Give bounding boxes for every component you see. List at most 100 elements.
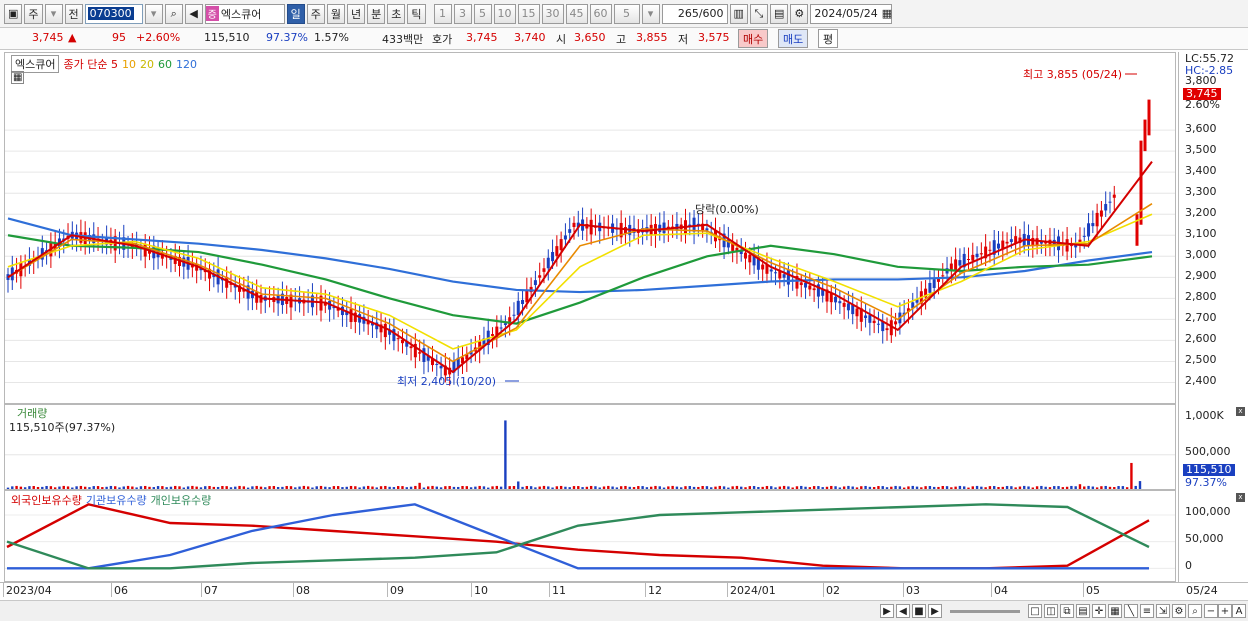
mode-dropdown-icon[interactable]: ▾ [44,3,63,24]
volume-bar [306,486,310,489]
volume-bar [144,485,147,489]
minute-30[interactable]: 30 [541,3,564,24]
period-year[interactable]: 년 [347,3,366,24]
copy-icon[interactable]: ⧉ [1060,604,1074,618]
volume-bar [109,485,113,489]
count-input[interactable]: 265/600 [661,3,728,24]
period-second[interactable]: 초 [387,3,406,24]
minute-60[interactable]: 60 [589,3,612,24]
export-icon[interactable]: ⇲ [1156,604,1170,618]
volume-bar [435,486,438,489]
minute-5[interactable]: 5 [473,3,492,24]
gear-icon[interactable]: ⚙ [790,3,809,24]
x-tick-divider [823,583,824,597]
volume-bar [504,420,507,489]
crosshair-icon[interactable]: ✛ [1092,604,1106,618]
volume-chart[interactable] [5,405,1176,490]
price-tick: 3,000 [1185,248,1217,262]
close-holding-icon[interactable]: x [1236,493,1245,502]
interval-input[interactable]: 5 [613,3,640,24]
minute-10[interactable]: 10 [493,3,516,24]
volume-bar [962,486,966,489]
window-icon[interactable]: ▣ [4,3,23,24]
grid-toggle-icon[interactable]: ▦ [1108,604,1122,618]
volume-bar [684,486,687,489]
x-tick-label: 02 [826,584,840,597]
candle-body [1005,241,1009,244]
period-month[interactable]: 월 [326,3,346,24]
rewind-icon[interactable]: ◀ [896,604,910,618]
font-size-icon[interactable]: A [1232,604,1246,618]
stock-name-field[interactable]: 증 엑스큐어 [204,3,285,24]
volume-bar [581,487,584,489]
grid-icon[interactable]: ▦ [11,71,25,84]
volume-bar [83,486,87,489]
period-day[interactable]: 일 [286,3,305,24]
volume-bar [452,486,456,489]
sell-button[interactable]: 매도 [778,29,809,48]
mode-button[interactable]: 주 [24,3,43,24]
settings-tool-icon[interactable]: ⚙ [1172,604,1186,618]
all-button[interactable]: 전 [64,3,83,24]
draw-tool-icon[interactable]: ⤡ [749,3,768,24]
zoom-out-icon[interactable]: − [1204,604,1218,618]
x-tick-label: 10 [474,584,488,597]
stock-code-input[interactable]: 070300 [84,3,143,24]
code-dropdown-icon[interactable]: ▾ [144,3,163,24]
legend-individual[interactable]: 개인보유수량 [151,492,212,508]
minute-1[interactable]: 1 [433,3,452,24]
minute-45[interactable]: 45 [565,3,588,24]
line-tool-icon[interactable]: ╲ [1124,604,1138,618]
period-tick[interactable]: 틱 [407,3,426,24]
volume-bar [11,486,14,489]
legend-foreign[interactable]: 외국인보유수량 [11,492,82,508]
legend-ma5[interactable]: 종가 단순 5 [63,56,117,72]
volume-bar [75,486,78,489]
zoom-in-icon[interactable]: + [1218,604,1232,618]
volume-ratio: 97.37% [266,31,308,44]
average-button[interactable]: 평 [818,29,839,48]
volume-panel: 거래량 115,510주(97.37%) [4,404,1176,490]
date-input[interactable]: 2024/05/24 ▦ [810,3,893,24]
volume-bar [529,486,533,489]
candle-body [769,269,773,272]
volume-bar [362,486,366,489]
legend-institution[interactable]: 기관보유수량 [86,492,147,508]
close-volume-icon[interactable]: x [1236,407,1245,416]
volume-bar [491,486,494,489]
legend-ma20[interactable]: 20 [140,58,154,71]
price-chart[interactable] [5,53,1176,404]
legend-ma120[interactable]: 120 [176,58,197,71]
buy-button[interactable]: 매수 [738,29,769,48]
price-tick: 3,500 [1185,143,1217,157]
minute-3[interactable]: 3 [453,3,472,24]
layout-icon[interactable]: ▤ [1076,604,1090,618]
legend-ma10[interactable]: 10 [122,58,136,71]
interval-dropdown-icon[interactable]: ▾ [641,3,660,24]
calendar-icon[interactable]: ▦ [882,7,892,20]
ask-price: 3,745 [466,31,498,44]
zoom-box-icon[interactable]: □ [1028,604,1042,618]
x-tick-label: 08 [296,584,310,597]
chart-type-icon[interactable]: ▥ [729,3,748,24]
period-minute[interactable]: 분 [367,3,386,24]
fib-tool-icon[interactable]: ≡ [1140,604,1154,618]
search-icon[interactable]: ⌕ [164,3,183,24]
period-week[interactable]: 주 [306,3,325,24]
stop-icon[interactable]: ■ [912,604,926,618]
minute-15[interactable]: 15 [517,3,540,24]
volume-bar [319,485,323,489]
legend-ma60[interactable]: 60 [158,58,172,71]
speaker-icon[interactable]: ◀ [184,3,203,24]
candle-body [872,320,876,324]
magnifier-icon[interactable]: ⌕ [1188,604,1202,618]
scroll-slider[interactable] [950,610,1020,613]
volume-bar [817,486,820,489]
forward-icon[interactable]: ▶ [928,604,942,618]
volume-bar [894,485,897,489]
volume-bar [937,486,940,489]
volume-bar [36,486,40,489]
save-icon[interactable]: ▤ [769,3,789,24]
split-icon[interactable]: ◫ [1044,604,1058,618]
play-icon[interactable]: ▶ [880,604,894,618]
